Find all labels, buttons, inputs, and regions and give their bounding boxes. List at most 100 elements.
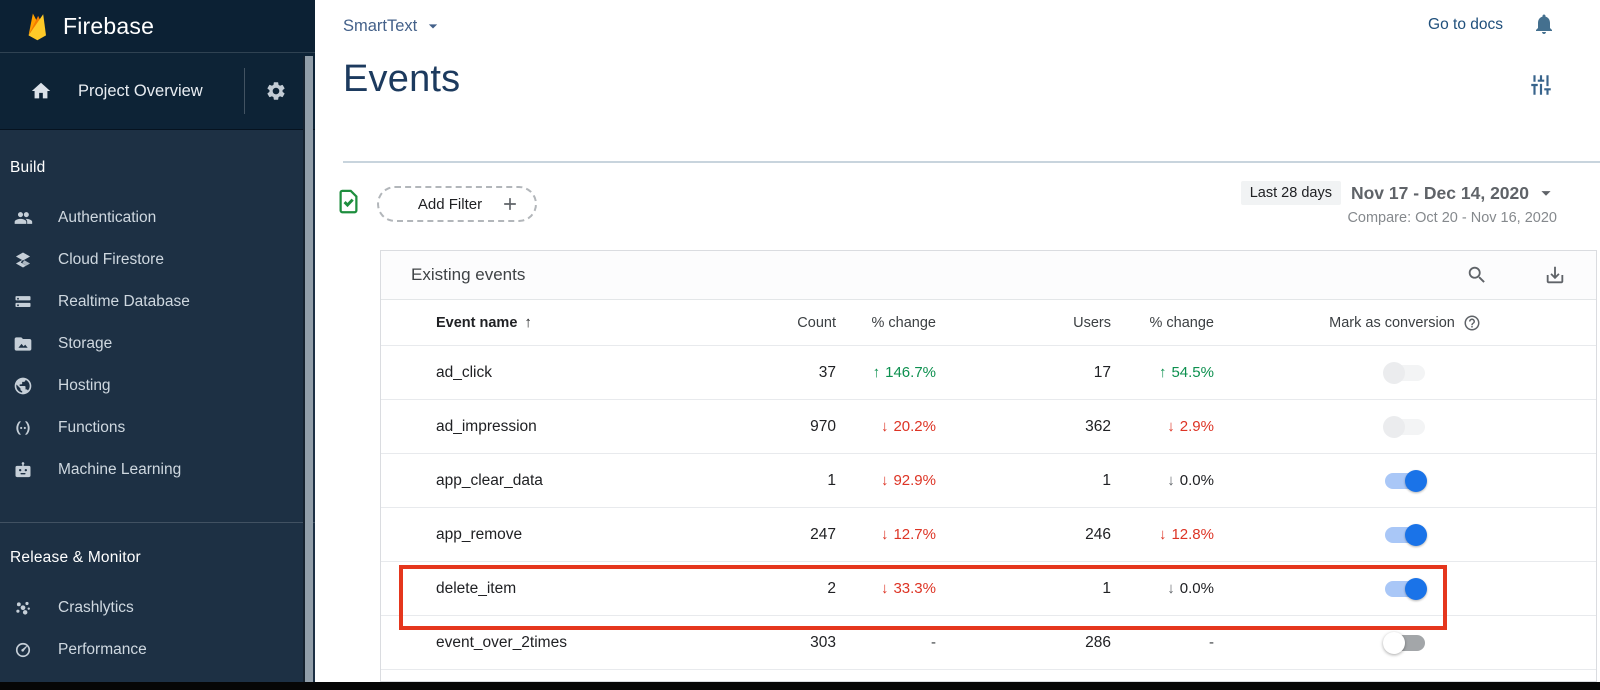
add-filter-button[interactable]: Add Filter [377,186,537,222]
event-count: 303 [736,634,836,652]
brand-name: Firebase [63,13,154,40]
hosting-icon [13,376,33,396]
project-overview-label: Project Overview [78,82,244,101]
main-content: SmartText Go to docs Events Add Filter L… [315,0,1600,690]
sidebar-item-crashlytics[interactable]: Crashlytics [0,587,315,629]
sidebar-item-label: Performance [58,641,147,659]
firebase-console: Firebase Project Overview Build Authenti… [0,0,1600,690]
ml-icon [13,460,33,480]
count-change: ↓12.7% [836,526,936,543]
sidebar-item-authentication[interactable]: Authentication [0,197,315,239]
mark-as-conversion-toggle[interactable] [1385,635,1425,651]
go-to-docs-link[interactable]: Go to docs [1428,16,1503,34]
storage-icon [13,334,33,354]
sort-asc-icon: ↑ [524,314,532,331]
column-count-change[interactable]: % change [836,315,936,331]
table-row-partial [381,669,1596,682]
date-range-label: Nov 17 - Dec 14, 2020 [1351,183,1529,204]
arrow-down-icon: ↓ [881,472,889,489]
table-row[interactable]: ad_impression 970 ↓20.2% 362 ↓2.9% [381,399,1596,453]
table-row[interactable]: event_over_2times 303 - 286 - [381,615,1596,669]
home-icon [30,80,52,102]
add-filter-label: Add Filter [400,196,500,213]
sidebar-item-label: Functions [58,419,125,437]
table-row[interactable]: ad_click 37 ↑146.7% 17 ↑54.5% [381,345,1596,399]
column-event-name[interactable]: Event name ↑ [381,314,736,331]
bottom-bar [0,682,1600,690]
mark-as-conversion-toggle[interactable] [1385,527,1425,543]
sidebar-item-hosting[interactable]: Hosting [0,365,315,407]
existing-events-card: Existing events Event name ↑ Count % cha… [380,250,1597,682]
sidebar-scrollbar[interactable] [303,56,313,682]
column-users-change[interactable]: % change [1111,315,1214,331]
mark-as-conversion-toggle [1385,365,1425,381]
functions-icon [13,418,33,438]
table-body: ad_click 37 ↑146.7% 17 ↑54.5% ad_impress… [381,345,1596,682]
change-value: 146.7% [885,364,936,381]
users-change: - [1111,634,1214,651]
table-row-highlighted[interactable]: delete_item 2 ↓33.3% 1 ↓0.0% [381,561,1596,615]
users-change: ↓12.8% [1111,526,1214,543]
arrow-down-icon: ↓ [1167,472,1175,489]
sidebar-brand[interactable]: Firebase [0,0,315,52]
table-header-row: Event name ↑ Count % change Users % chan… [381,300,1596,345]
column-users[interactable]: Users [936,315,1111,331]
date-range-selector[interactable]: Nov 17 - Dec 14, 2020 [1351,182,1557,204]
card-title: Existing events [411,265,1466,285]
event-name: ad_impression [381,418,736,436]
sidebar: Firebase Project Overview Build Authenti… [0,0,315,690]
arrow-down-icon: ↓ [1159,526,1167,543]
sidebar-item-cloud-firestore[interactable]: Cloud Firestore [0,239,315,281]
tune-filter-icon[interactable] [1528,72,1554,98]
download-icon[interactable] [1544,264,1566,286]
event-count: 2 [736,580,836,598]
sidebar-item-label: Authentication [58,209,156,227]
project-selector[interactable]: SmartText [343,16,443,36]
event-users: 17 [936,364,1111,382]
help-icon[interactable] [1463,314,1481,332]
table-row[interactable]: app_remove 247 ↓12.7% 246 ↓12.8% [381,507,1596,561]
mark-as-conversion-toggle[interactable] [1385,473,1425,489]
event-users: 1 [936,580,1111,598]
count-change: - [836,634,936,651]
sidebar-item-functions[interactable]: Functions [0,407,315,449]
sidebar-item-performance[interactable]: Performance [0,629,315,671]
sidebar-item-label: Storage [58,335,112,353]
people-icon [13,208,33,228]
divider [244,68,245,114]
sidebar-sections: Build Authentication Cloud Firestore Rea… [0,131,315,690]
event-count: 247 [736,526,836,544]
event-users: 1 [936,472,1111,490]
event-count: 1 [736,472,836,490]
sidebar-item-label: Hosting [58,377,111,395]
change-value: 0.0% [1180,472,1214,489]
event-name: event_over_2times [381,634,736,652]
range-badge: Last 28 days [1241,181,1341,205]
column-count[interactable]: Count [736,315,836,331]
event-name: ad_click [381,364,736,382]
change-value: 33.3% [893,580,936,597]
firebase-logo-icon [22,11,52,41]
sidebar-item-storage[interactable]: Storage [0,323,315,365]
sidebar-item-project-overview[interactable]: Project Overview [0,52,315,130]
chevron-down-icon [423,16,443,36]
sidebar-item-realtime-database[interactable]: Realtime Database [0,281,315,323]
change-value: 12.8% [1171,526,1214,543]
sidebar-item-label: Cloud Firestore [58,251,164,269]
search-icon[interactable] [1466,264,1488,286]
sidebar-item-machine-learning[interactable]: Machine Learning [0,449,315,491]
date-range-block: Last 28 days Nov 17 - Dec 14, 2020 Compa… [1241,181,1557,226]
divider [343,161,1600,163]
arrow-up-icon: ↑ [873,364,881,381]
gear-icon[interactable] [265,80,287,102]
table-row[interactable]: app_clear_data 1 ↓92.9% 1 ↓0.0% [381,453,1596,507]
notifications-bell-icon[interactable] [1532,12,1556,36]
firestore-icon [13,250,33,270]
count-change: ↓92.9% [836,472,936,489]
users-change: ↑54.5% [1111,364,1214,381]
arrow-up-icon: ↑ [1159,364,1167,381]
column-label: Mark as conversion [1329,315,1455,331]
mark-as-conversion-toggle[interactable] [1385,581,1425,597]
plus-icon [500,194,520,214]
count-change: ↑146.7% [836,364,936,381]
